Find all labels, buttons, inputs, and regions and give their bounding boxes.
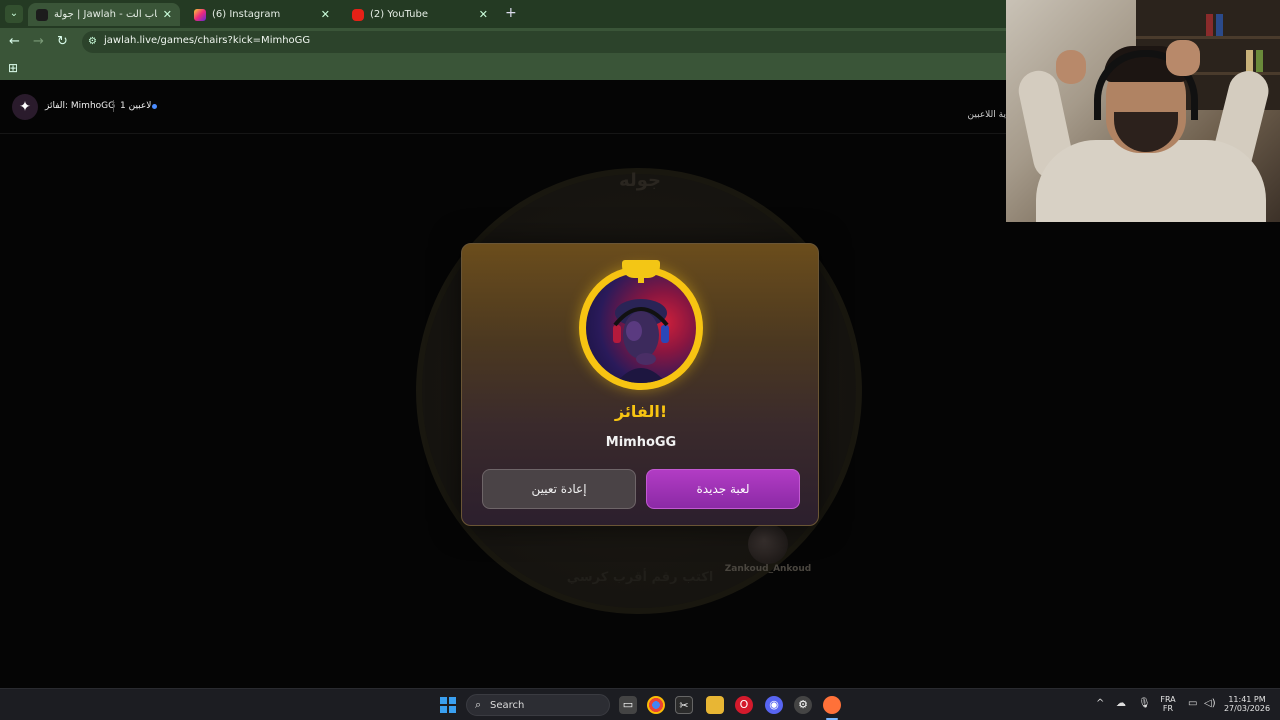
clock[interactable]: 11:41 PM 27/03/2026 <box>1222 695 1272 713</box>
new-tab-button[interactable]: + <box>505 5 517 21</box>
apps-grid-icon[interactable]: ⊞ <box>8 61 18 75</box>
winner-name: MimhoGG <box>605 435 677 450</box>
winner-modal: الفائز! MimhoGG إعادة تعيين لعبة جديدة <box>461 243 819 526</box>
microphone-icon[interactable]: 🎙 <box>1138 698 1151 709</box>
tab-youtube[interactable]: (2) YouTube ✕ <box>344 3 496 26</box>
chrome-icon[interactable] <box>647 696 665 714</box>
settings-icon[interactable]: ⚙ <box>794 696 812 714</box>
windows-start-icon[interactable] <box>440 697 456 713</box>
reload-button[interactable]: ↻ <box>57 34 68 49</box>
clock-time: 11:41 PM <box>1228 695 1266 704</box>
trophy-stem <box>638 275 644 283</box>
network-icon[interactable]: ▭ <box>1188 698 1197 709</box>
players-count: 1 لاعبين <box>120 101 152 111</box>
new-game-button[interactable]: لعبة جديدة <box>646 469 800 509</box>
winner-avatar-ring <box>579 266 703 390</box>
avatar-portrait <box>613 299 669 383</box>
clock-date: 27/03/2026 <box>1223 704 1271 713</box>
winner-avatar <box>586 273 696 383</box>
game-board-title: جوله <box>619 170 661 191</box>
winner-label: الفائز: MimhoGG <box>45 101 116 111</box>
discord-icon[interactable]: ◉ <box>765 696 783 714</box>
tab-title: (6) Instagram <box>212 9 281 20</box>
jawlah-icon <box>36 8 48 21</box>
search-label: Search <box>490 700 525 711</box>
forward-button[interactable]: → <box>33 34 44 49</box>
windows-taskbar: ⌕ Search ▭ ✂ O ◉ ⚙ ^ ☁ 🎙 FRA FR ▭ ◁) 11:… <box>0 688 1280 720</box>
url-text: jawlah.live/games/chairs?kick=MimhoGG <box>104 35 311 46</box>
reset-button[interactable]: إعادة تعيين <box>482 469 636 509</box>
tab-instagram[interactable]: (6) Instagram ✕ <box>186 3 338 26</box>
book <box>1216 14 1223 36</box>
game-hint: اكتب رقم أقرب كرسي <box>566 570 714 585</box>
winner-heading: الفائز! <box>614 402 668 421</box>
streamer-hand <box>1056 50 1086 84</box>
back-button[interactable]: ← <box>9 34 20 49</box>
address-bar[interactable]: ⚙ jawlah.live/games/chairs?kick=MimhoGG <box>82 31 1042 53</box>
tab-title: (2) YouTube <box>370 9 429 20</box>
tab-search-button[interactable]: ⌄ <box>5 5 23 23</box>
close-icon[interactable]: ✕ <box>321 8 330 21</box>
players-list-link[interactable]: ية اللاعبين <box>940 110 1006 120</box>
book <box>1206 14 1213 36</box>
file-explorer-icon[interactable] <box>706 696 724 714</box>
task-view-icon[interactable]: ▭ <box>619 696 637 714</box>
taskbar-search[interactable]: ⌕ Search <box>466 694 610 716</box>
volume-icon[interactable]: ◁) <box>1204 698 1216 709</box>
search-icon: ⌕ <box>475 698 482 711</box>
site-info-icon[interactable]: ⚙ <box>88 36 97 47</box>
book <box>1246 50 1253 72</box>
close-icon[interactable]: ✕ <box>479 8 488 21</box>
chevron-up-icon[interactable]: ^ <box>1096 698 1104 709</box>
streamer-hand <box>1166 40 1200 76</box>
shelf-board <box>1136 36 1280 39</box>
player-avatar <box>748 524 788 564</box>
keyboard-layout: FR <box>1162 704 1174 713</box>
opera-icon[interactable]: O <box>735 696 753 714</box>
book <box>1256 50 1263 72</box>
close-icon[interactable]: ✕ <box>163 8 172 21</box>
online-status-dot <box>152 104 157 109</box>
tab-title: جولة | Jawlah - منصة الألعاب الت <box>54 9 157 20</box>
language-indicator[interactable]: FRA FR <box>1158 695 1178 713</box>
cloud-icon[interactable]: ☁ <box>1116 698 1126 709</box>
snipping-tool-icon[interactable]: ✂ <box>675 696 693 714</box>
tab-jawlah[interactable]: جولة | Jawlah - منصة الألعاب الت ✕ <box>28 3 180 26</box>
instagram-icon <box>194 8 206 21</box>
webcam-overlay <box>1006 0 1280 222</box>
jawlah-logo[interactable]: ✦ <box>12 94 38 120</box>
firefox-icon[interactable] <box>823 696 841 714</box>
divider <box>113 100 114 112</box>
language-code: FRA <box>1160 695 1176 704</box>
player-name: Zankoud_Ankoud <box>724 564 812 574</box>
youtube-icon <box>352 8 364 21</box>
